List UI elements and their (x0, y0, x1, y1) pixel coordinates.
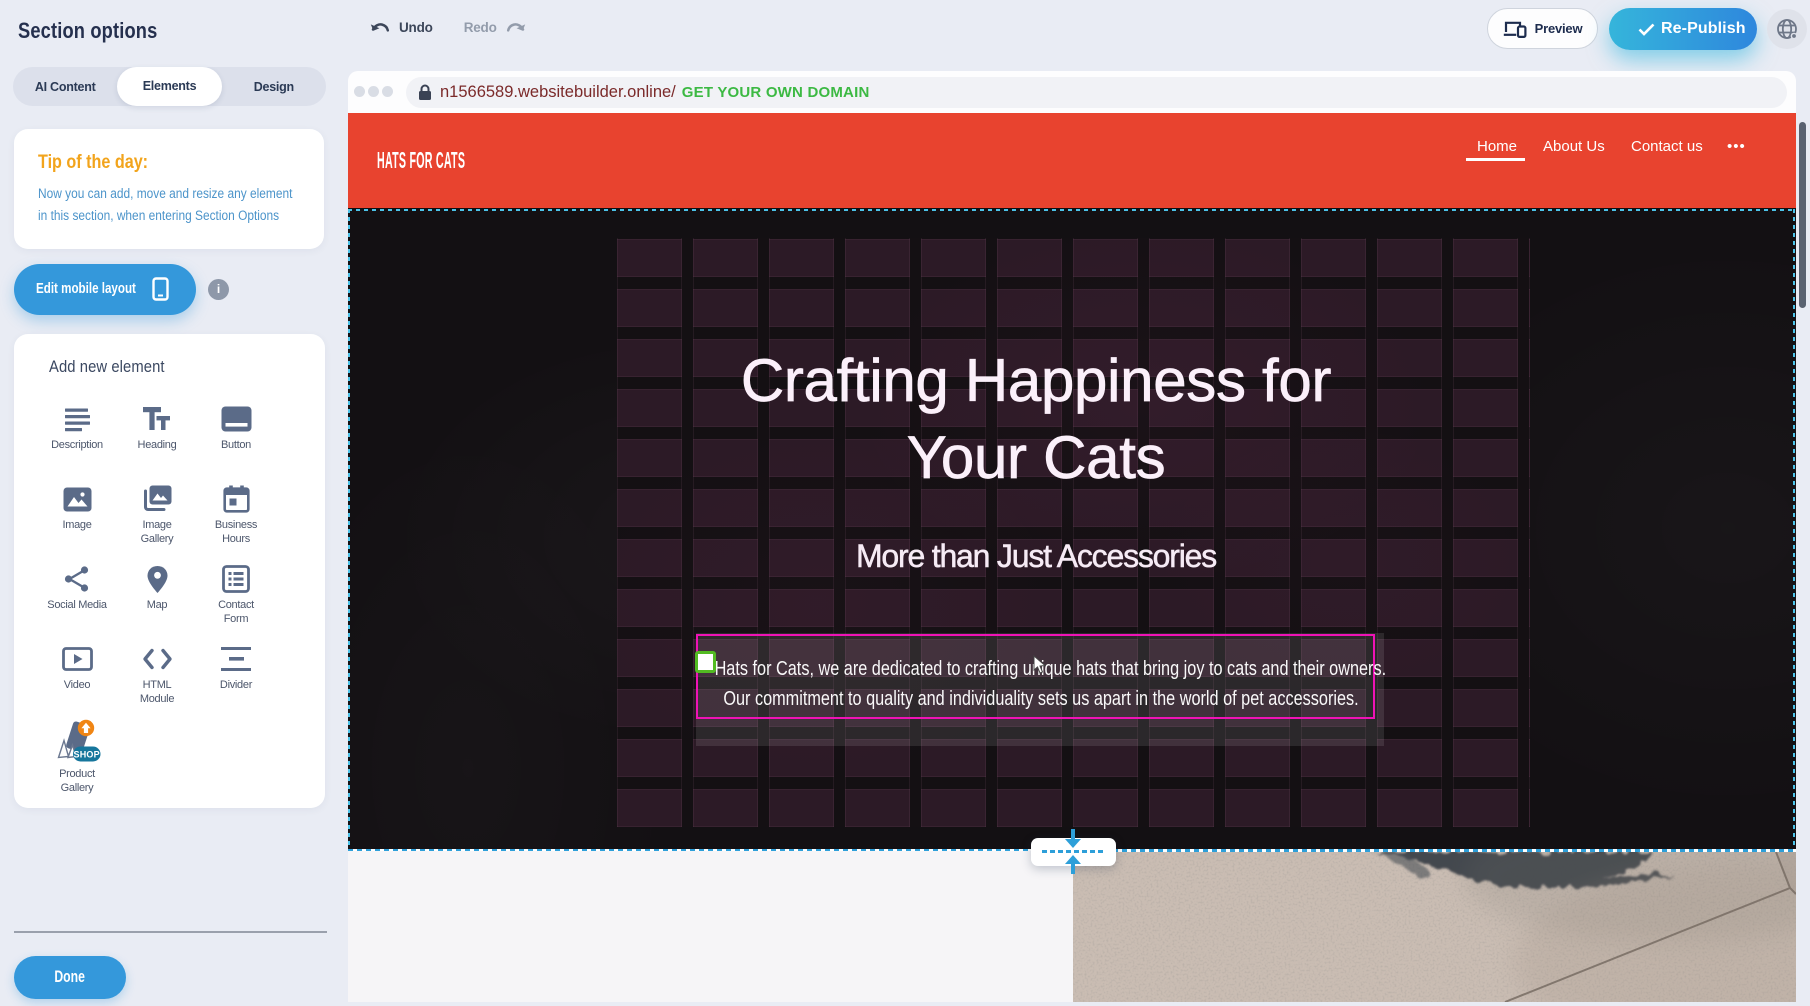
svg-text:SHOP: SHOP (74, 750, 100, 760)
